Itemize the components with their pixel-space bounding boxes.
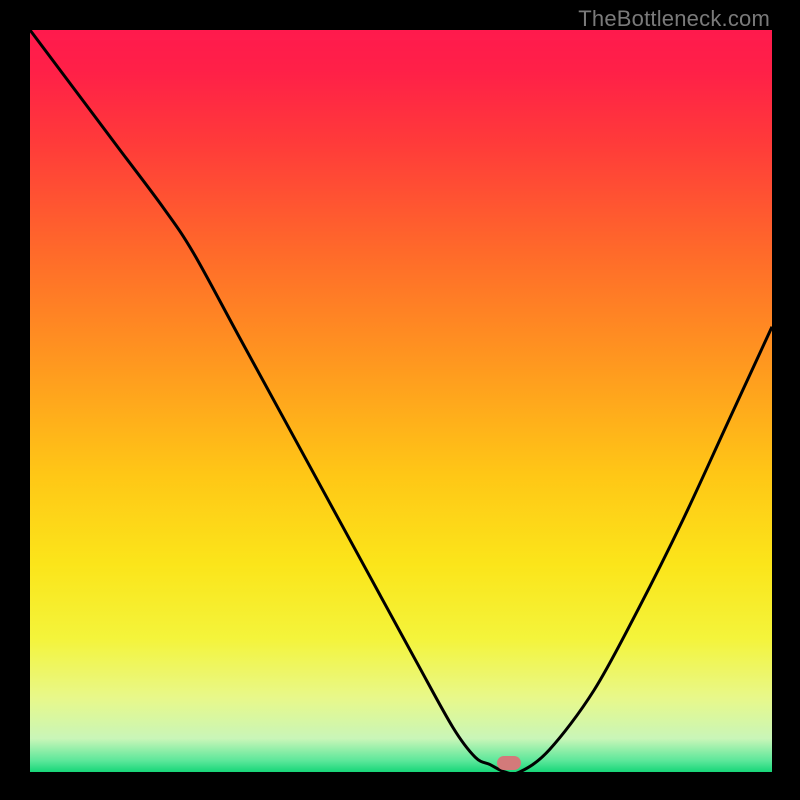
- bottleneck-curve: [30, 30, 772, 772]
- watermark-text: TheBottleneck.com: [578, 6, 770, 32]
- optimal-marker: [497, 756, 521, 770]
- plot-area: [30, 30, 772, 772]
- chart-container: TheBottleneck.com: [0, 0, 800, 800]
- curve-layer: [30, 30, 772, 772]
